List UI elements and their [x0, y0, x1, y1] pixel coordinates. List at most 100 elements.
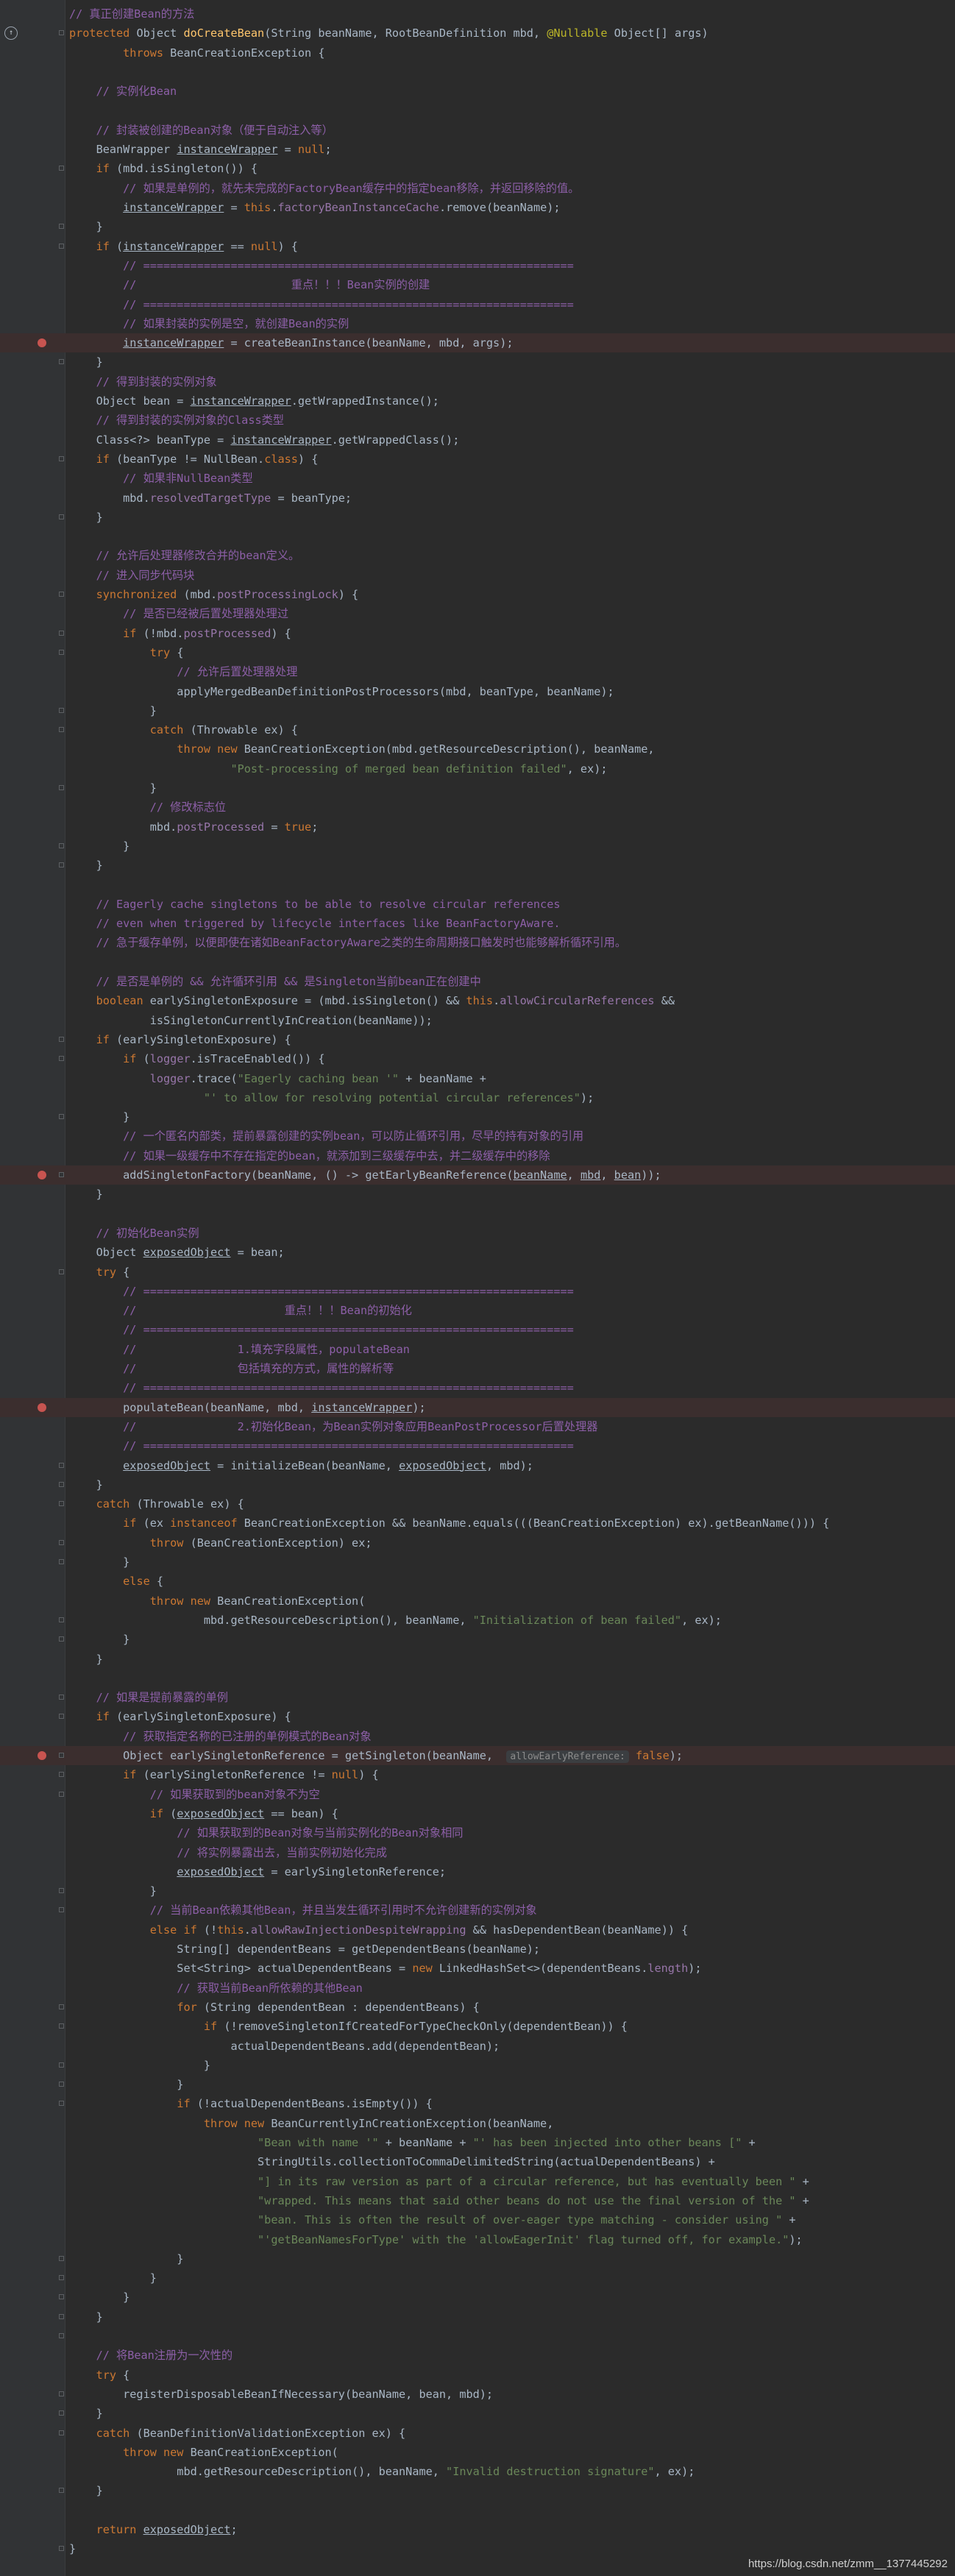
code-line[interactable]: // 允许后处理器修改合并的bean定义。 — [0, 546, 955, 565]
code-line[interactable] — [0, 63, 955, 82]
code-line[interactable]: // 如果获取到的Bean对象与当前实例化的Bean对象相同 — [0, 1823, 955, 1842]
code-line[interactable]: addSingletonFactory(beanName, () -> getE… — [0, 1165, 955, 1185]
code-line[interactable]: if (!removeSingletonIfCreatedForTypeChec… — [0, 2017, 955, 2036]
code-line[interactable]: populateBean(beanName, mbd, instanceWrap… — [0, 1397, 955, 1417]
code-line[interactable]: } — [0, 1107, 955, 1126]
fold-marker-icon[interactable] — [59, 649, 64, 655]
code-line[interactable]: throw new BeanCreationException( — [0, 2443, 955, 2462]
code-line[interactable]: BeanWrapper instanceWrapper = null; — [0, 140, 955, 159]
code-line[interactable]: // 包括填充的方式，属性的解析等 — [0, 1359, 955, 1378]
code-line[interactable]: if (ex instanceof BeanCreationException … — [0, 1514, 955, 1533]
code-line[interactable]: else { — [0, 1572, 955, 1591]
fold-marker-icon[interactable] — [59, 1772, 64, 1778]
fold-marker-icon[interactable] — [59, 2255, 64, 2261]
code-line[interactable]: synchronized (mbd.postProcessingLock) { — [0, 585, 955, 604]
fold-marker-icon[interactable] — [59, 2546, 64, 2552]
code-line[interactable]: // 将Bean注册为一次性的 — [0, 2346, 955, 2365]
fold-marker-icon[interactable] — [59, 1172, 64, 1177]
code-line[interactable]: } — [0, 701, 955, 720]
code-line[interactable]: } — [0, 778, 955, 798]
code-line[interactable]: // =====================================… — [0, 1282, 955, 1301]
code-line[interactable]: // 如果一级缓存中不存在指定的bean，就添加到三级缓存中去，并二级缓存中的移… — [0, 1146, 955, 1165]
breakpoint-icon[interactable] — [38, 1402, 46, 1412]
fold-marker-icon[interactable] — [59, 1559, 64, 1564]
code-line[interactable]: ↑ protected Object doCreateBean(String be… — [0, 24, 955, 43]
code-line[interactable]: // 如果是提前暴露的单例 — [0, 1688, 955, 1707]
code-line[interactable]: } — [0, 2056, 955, 2075]
code-line[interactable]: // =====================================… — [0, 1378, 955, 1397]
code-line[interactable]: // 当前Bean依赖其他Bean，并且当发生循环引用时不允许创建新的实例对象 — [0, 1901, 955, 1920]
code-line[interactable]: "wrapped. This means that said other bea… — [0, 2191, 955, 2210]
code-line[interactable]: } — [0, 2307, 955, 2327]
code-line[interactable]: if (!mbd.postProcessed) { — [0, 624, 955, 643]
code-line[interactable]: } — [0, 856, 955, 875]
code-line[interactable]: // 2.初始化Bean，为Bean实例对象应用BeanPostProcesso… — [0, 1417, 955, 1436]
code-line[interactable]: Object exposedObject = bean; — [0, 1243, 955, 1262]
code-line[interactable]: instanceWrapper = createBeanInstance(bea… — [0, 333, 955, 353]
fold-marker-icon[interactable] — [59, 1907, 64, 1913]
code-line[interactable]: else if (!this.allowRawInjectionDespiteW… — [0, 1920, 955, 1940]
fold-marker-icon[interactable] — [59, 30, 64, 36]
code-line[interactable]: try { — [0, 643, 955, 662]
code-line[interactable]: actualDependentBeans.add(dependentBean); — [0, 2037, 955, 2056]
fold-marker-icon[interactable] — [59, 2294, 64, 2300]
code-line[interactable]: } — [0, 2481, 955, 2500]
code-line[interactable]: mbd.resolvedTargetType = beanType; — [0, 489, 955, 508]
code-line[interactable]: // =====================================… — [0, 295, 955, 314]
code-line[interactable]: throw new BeanCreationException( — [0, 1592, 955, 1611]
fold-marker-icon[interactable] — [59, 455, 64, 461]
fold-marker-icon[interactable] — [59, 166, 64, 171]
fold-marker-icon[interactable] — [59, 1753, 64, 1758]
code-line[interactable]: } — [0, 837, 955, 856]
code-line[interactable]: String[] dependentBeans = getDependentBe… — [0, 1940, 955, 1959]
code-line[interactable]: Object bean = instanceWrapper.getWrapped… — [0, 391, 955, 411]
code-line[interactable]: // 封装被创建的Bean对象（便于自动注入等） — [0, 121, 955, 140]
code-line[interactable]: // Eagerly cache singletons to be able t… — [0, 895, 955, 914]
fold-marker-icon[interactable] — [59, 2488, 64, 2494]
fold-marker-icon[interactable] — [59, 1539, 64, 1545]
fold-marker-icon[interactable] — [59, 1714, 64, 1720]
fold-marker-icon[interactable] — [59, 2023, 64, 2029]
code-line[interactable]: if (!actualDependentBeans.isEmpty()) { — [0, 2094, 955, 2113]
fold-marker-icon[interactable] — [59, 2275, 64, 2281]
code-line[interactable]: // 允许后置处理器处理 — [0, 662, 955, 681]
fold-marker-icon[interactable] — [59, 1269, 64, 1274]
code-line[interactable]: // 真正创建Bean的方法 — [0, 4, 955, 24]
code-line[interactable]: } — [0, 2539, 955, 2558]
fold-marker-icon[interactable] — [59, 1695, 64, 1700]
code-line[interactable]: "] in its raw version as part of a circu… — [0, 2172, 955, 2191]
breakpoint-icon[interactable] — [38, 338, 46, 348]
code-line[interactable]: } — [0, 2268, 955, 2288]
code-line[interactable]: // 获取当前Bean所依赖的其他Bean — [0, 1979, 955, 1998]
fold-marker-icon[interactable] — [59, 2082, 64, 2087]
code-line[interactable]: // 如果获取到的bean对象不为空 — [0, 1785, 955, 1804]
code-line[interactable]: // 重点！！！Bean实例的创建 — [0, 275, 955, 294]
code-line[interactable] — [0, 2501, 955, 2520]
code-line[interactable] — [0, 102, 955, 121]
fold-marker-icon[interactable] — [59, 2410, 64, 2416]
code-line[interactable]: if (beanType != NullBean.class) { — [0, 450, 955, 469]
code-line[interactable]: mbd.getResourceDescription(), beanName, … — [0, 1611, 955, 1630]
fold-marker-icon[interactable] — [59, 1036, 64, 1042]
code-line[interactable]: // 一个匿名内部类，提前暴露创建的实例bean，可以防止循环引用，尽早的持有对… — [0, 1126, 955, 1146]
code-line[interactable]: boolean earlySingletonExposure = (mbd.is… — [0, 991, 955, 1010]
code-line[interactable]: // 修改标志位 — [0, 798, 955, 817]
code-line[interactable]: // 得到封装的实例对象 — [0, 372, 955, 391]
fold-marker-icon[interactable] — [59, 707, 64, 713]
fold-marker-icon[interactable] — [59, 862, 64, 868]
code-line[interactable]: } — [0, 352, 955, 372]
fold-marker-icon[interactable] — [59, 243, 64, 249]
code-line[interactable]: // 得到封装的实例对象的Class类型 — [0, 411, 955, 430]
code-line[interactable]: } — [0, 1630, 955, 1649]
fold-marker-icon[interactable] — [59, 2004, 64, 2009]
fold-marker-icon[interactable] — [59, 727, 64, 733]
fold-marker-icon[interactable] — [59, 2101, 64, 2107]
code-line[interactable]: registerDisposableBeanIfNecessary(beanNa… — [0, 2385, 955, 2404]
code-line[interactable]: // 重点！！！Bean的初始化 — [0, 1301, 955, 1320]
fold-marker-icon[interactable] — [59, 2313, 64, 2319]
code-line[interactable]: // 实例化Bean — [0, 82, 955, 101]
code-line[interactable]: } — [0, 2249, 955, 2268]
code-line[interactable]: } — [0, 1475, 955, 1494]
fold-marker-icon[interactable] — [59, 630, 64, 636]
code-line[interactable]: } — [0, 217, 955, 236]
